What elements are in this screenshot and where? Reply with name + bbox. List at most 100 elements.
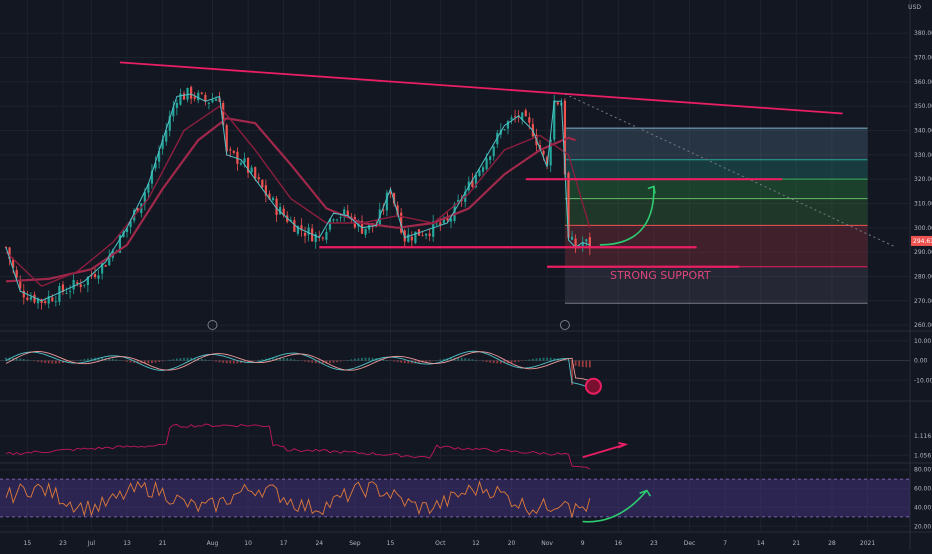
osc-histogram-bar	[55, 361, 57, 364]
osc-histogram-bar	[34, 361, 36, 362]
x-tick-label: 15	[24, 540, 32, 547]
osc-histogram-bar	[514, 361, 516, 363]
x-tick-label: 15	[387, 540, 395, 547]
candle-body	[105, 265, 107, 267]
candle-body	[251, 168, 253, 173]
candle-body	[571, 237, 573, 240]
x-tick-label: Sep	[349, 540, 361, 547]
osc-histogram-bar	[354, 359, 356, 361]
y-tick-label: 300.00	[914, 225, 932, 232]
candle-body	[80, 284, 82, 287]
candle-body	[325, 232, 327, 240]
osc-histogram-bar	[226, 361, 228, 364]
osc-histogram-bar	[283, 358, 285, 361]
candle-body	[486, 158, 488, 169]
osc-histogram-bar	[518, 361, 520, 362]
osc-histogram-bar	[528, 360, 530, 361]
x-tick-label: 10	[244, 540, 252, 547]
candle-body	[243, 158, 245, 162]
osc-histogram-bar	[429, 361, 431, 362]
osc-histogram-bar	[204, 359, 206, 360]
osc-histogram-bar	[536, 358, 538, 360]
y-tick-label: 320.00	[914, 176, 932, 183]
y-tick-label: 280.00	[914, 273, 932, 280]
candle-body	[33, 295, 35, 303]
osc-histogram-bar	[219, 361, 221, 363]
candle-body	[261, 180, 263, 187]
osc-histogram-bar	[148, 361, 150, 364]
candle-body	[421, 235, 423, 236]
y-tick-label: 1.056	[914, 452, 931, 459]
osc-histogram-bar	[486, 361, 488, 362]
osc-histogram-bar	[308, 361, 310, 363]
y-tick-label: 0.00	[914, 358, 928, 365]
y-tick-label: 80.00	[914, 467, 931, 474]
osc-histogram-bar	[397, 361, 399, 363]
fib-zone	[565, 199, 868, 226]
osc-histogram-bar	[130, 361, 132, 363]
candle-body	[407, 234, 409, 241]
candle-body	[215, 99, 217, 101]
x-tick-label: 14	[757, 540, 765, 547]
osc-histogram-bar	[386, 360, 388, 361]
x-tick-label: Oct	[435, 540, 446, 547]
osc-histogram-bar	[41, 361, 43, 363]
osc-histogram-bar	[575, 361, 577, 366]
y-tick-label: 370.00	[914, 55, 932, 62]
osc-histogram-bar	[87, 359, 89, 361]
osc-histogram-bar	[336, 361, 338, 363]
candle-body	[229, 149, 231, 150]
chart-stage: 1523Jul1321Aug101724Sep15Oct1220Nov91623…	[0, 0, 932, 550]
candle-body	[272, 198, 274, 200]
osc-highlight-circle	[586, 379, 601, 394]
osc-histogram-bar	[461, 358, 463, 361]
osc-histogram-bar	[233, 361, 235, 364]
osc-histogram-bar	[286, 358, 288, 360]
osc-histogram-bar	[151, 361, 153, 363]
y-tick-label: 10.00	[914, 338, 931, 345]
x-tick-label: Nov	[541, 540, 553, 547]
candle-body	[201, 93, 203, 94]
y-tick-label: 380.00	[914, 30, 932, 37]
osc-histogram-bar	[475, 360, 477, 361]
osc-histogram-bar	[511, 361, 513, 363]
osc-histogram-bar	[187, 358, 189, 361]
osc-histogram-bar	[201, 359, 203, 361]
osc-histogram-bar	[183, 358, 185, 361]
y-tick-label: 1.116	[914, 433, 931, 440]
candle-body	[304, 233, 306, 236]
candle-body	[94, 274, 96, 277]
y-tick-label: 330.00	[914, 152, 932, 159]
osc-histogram-bar	[543, 358, 545, 361]
chart-svg[interactable]: 1523Jul1321Aug101724Sep15Oct1220Nov91623…	[0, 0, 932, 550]
candle-body	[30, 297, 32, 299]
candle-body	[503, 129, 505, 130]
osc-histogram-bar	[51, 361, 53, 364]
osc-histogram-bar	[126, 361, 128, 362]
osc-histogram-bar	[496, 361, 498, 364]
candle-body	[411, 237, 413, 241]
osc-histogram-bar	[347, 360, 349, 361]
candle-body	[585, 239, 587, 241]
osc-histogram-bar	[48, 361, 50, 364]
osc-histogram-bar	[162, 361, 164, 362]
x-tick-label: 13	[123, 540, 131, 547]
osc-histogram-bar	[546, 358, 548, 361]
osc-histogram-bar	[340, 361, 342, 362]
fib-zone	[565, 179, 868, 198]
osc-histogram-bar	[578, 361, 580, 367]
y-tick-label: -10.00	[914, 377, 932, 384]
strong-support-label: STRONG SUPPORT	[610, 269, 711, 282]
osc-histogram-bar	[172, 359, 174, 360]
osc-histogram-bar	[73, 361, 75, 362]
candle-body	[308, 228, 310, 235]
candle-body	[528, 117, 530, 122]
y-tick-label: 290.00	[914, 249, 932, 256]
candle-body	[489, 156, 491, 160]
candle-body	[493, 146, 495, 156]
candle-body	[510, 118, 512, 120]
candle-body	[73, 280, 75, 289]
osc-histogram-bar	[59, 361, 61, 364]
osc-histogram-bar	[489, 361, 491, 363]
osc-histogram-bar	[169, 360, 171, 361]
